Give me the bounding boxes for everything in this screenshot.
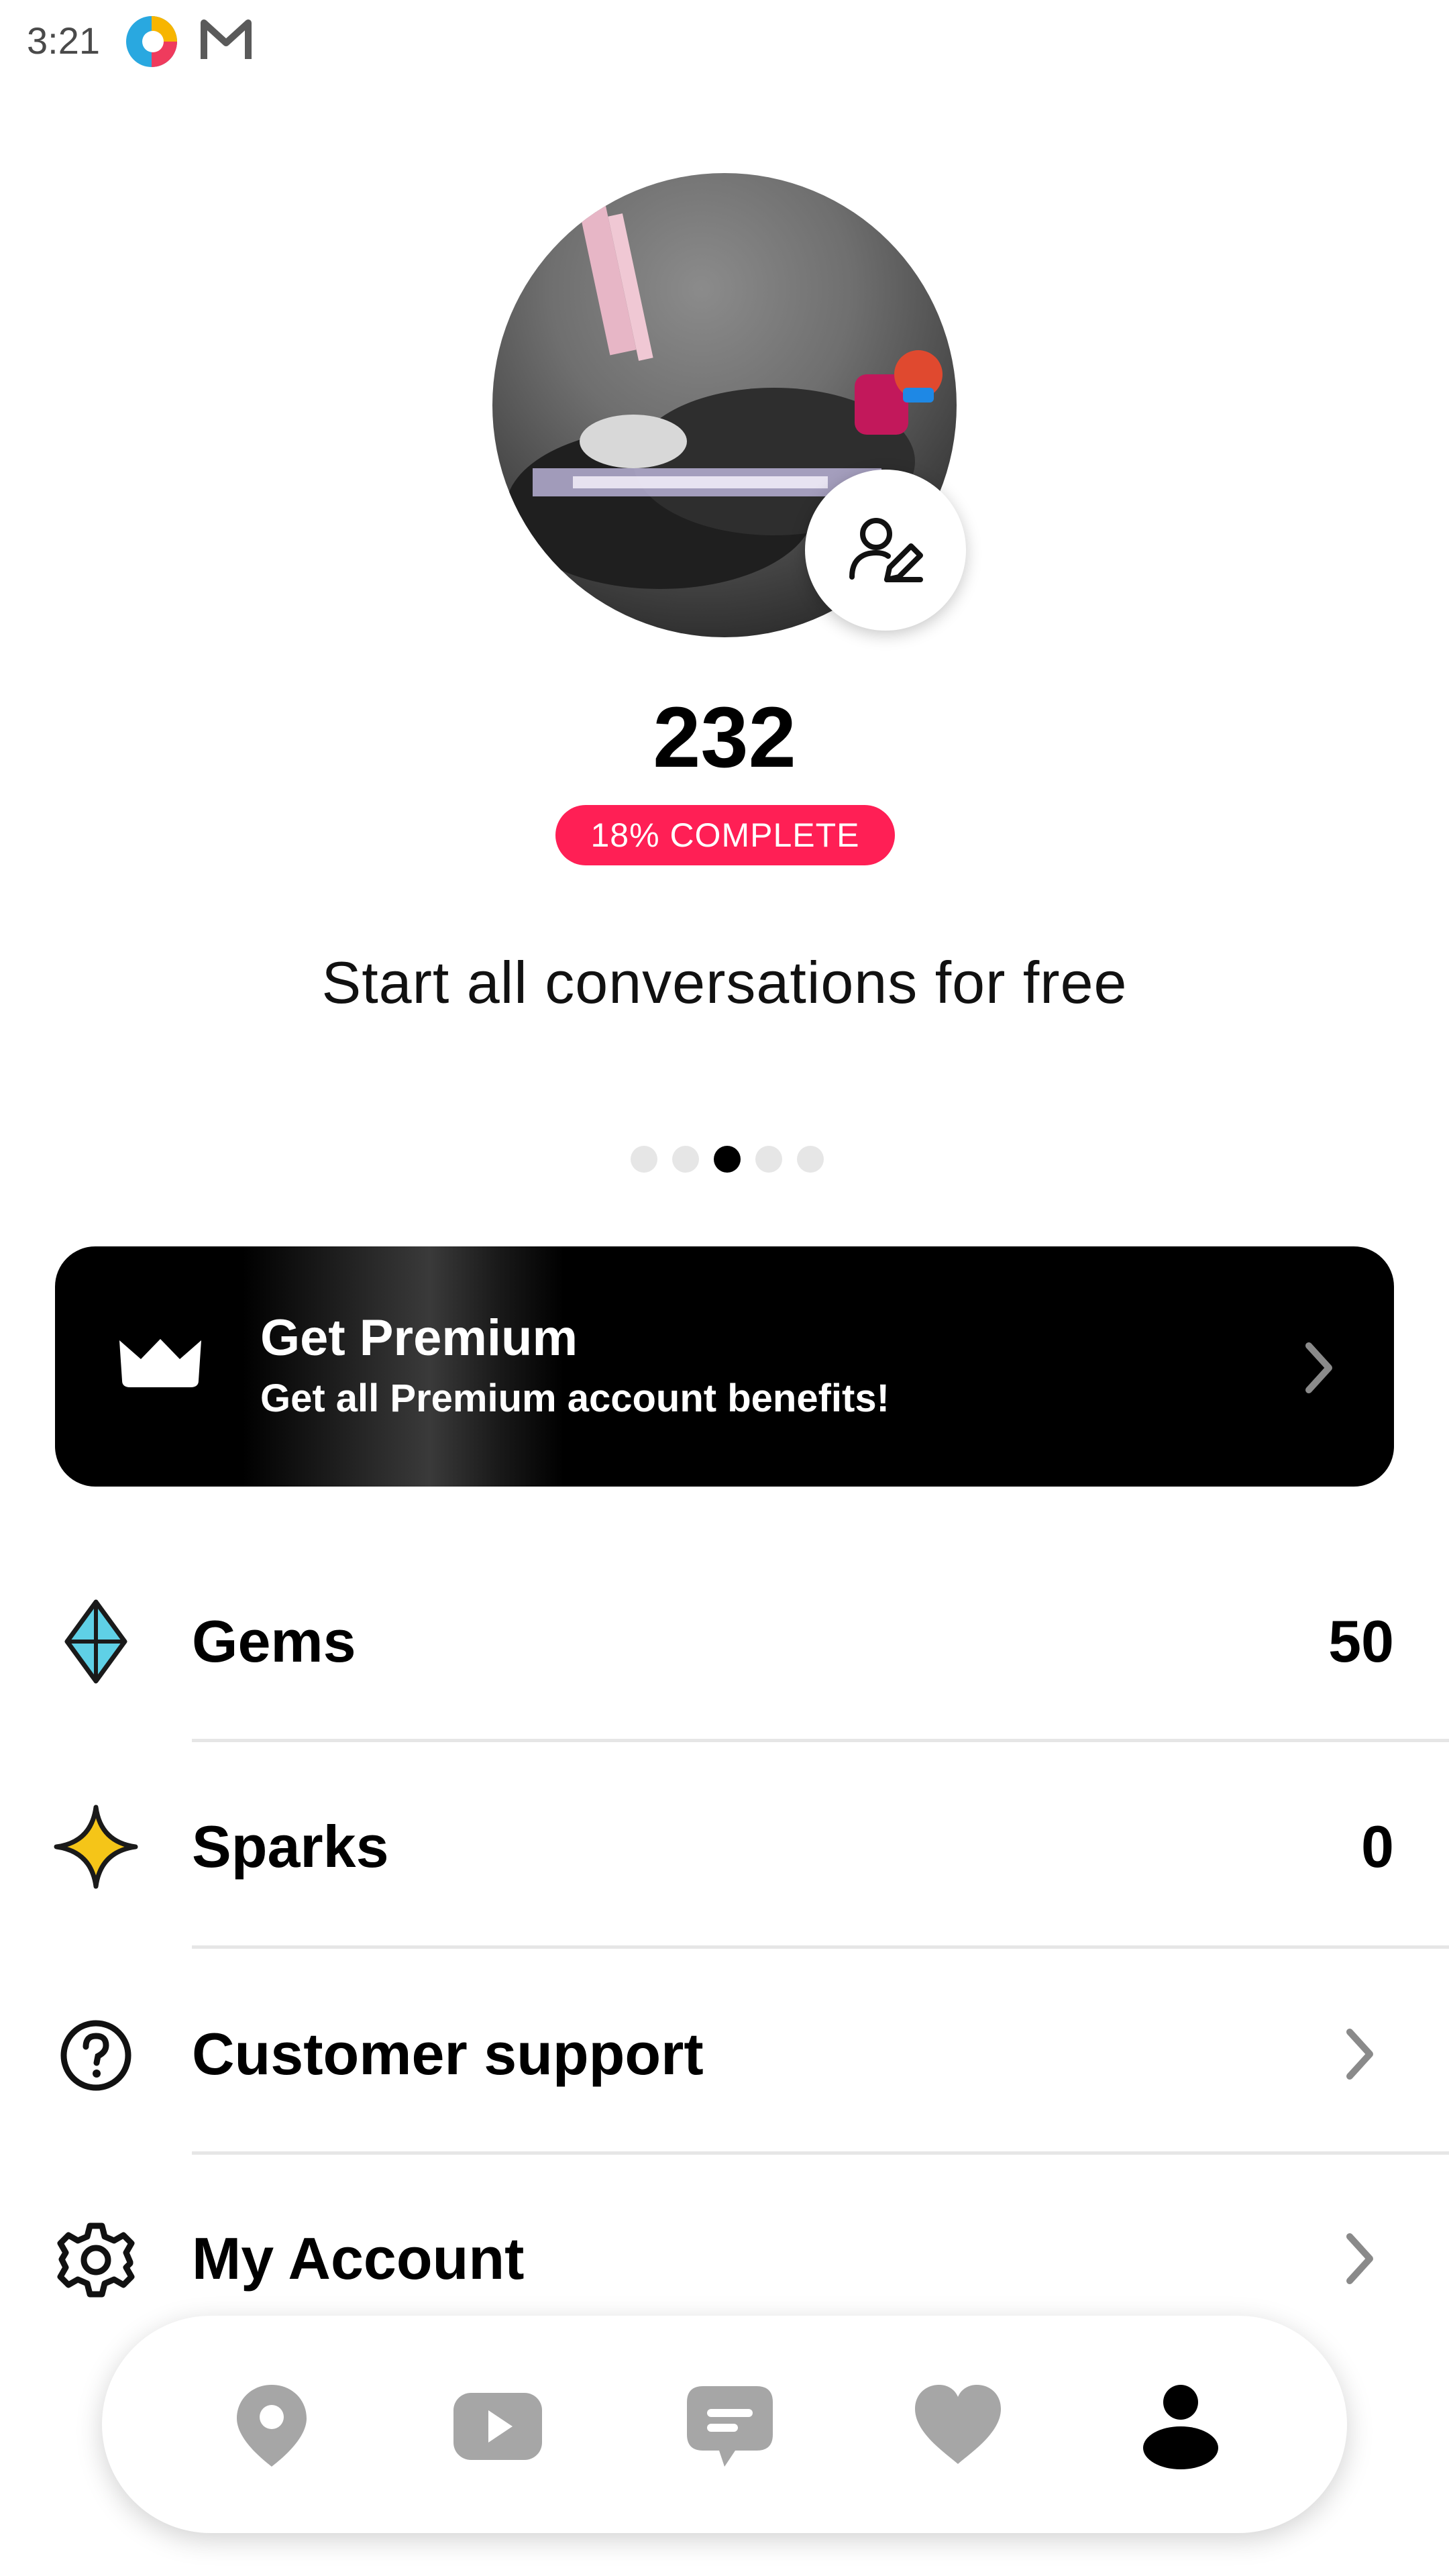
promo-text: Start all conversations for free xyxy=(321,949,1128,1016)
carousel-dot[interactable] xyxy=(797,1146,824,1173)
get-premium-banner[interactable]: Get Premium Get all Premium account bene… xyxy=(55,1246,1394,1487)
chevron-right-icon xyxy=(1340,2229,1381,2292)
divider xyxy=(192,1739,1449,1742)
nav-tab-profile[interactable] xyxy=(1134,2378,1228,2472)
profile-age: 232 xyxy=(653,690,796,786)
browser-app-icon xyxy=(125,15,178,68)
premium-title: Get Premium xyxy=(260,1309,578,1366)
nav-tab-messages[interactable] xyxy=(683,2378,777,2472)
menu-row-gems[interactable]: Gems 50 xyxy=(0,1570,1449,1717)
menu-row-customer-support[interactable]: Customer support xyxy=(0,1982,1449,2130)
mail-app-icon xyxy=(200,17,252,64)
crown-icon xyxy=(117,1336,204,1393)
carousel-indicator xyxy=(624,1146,825,1175)
gear-icon xyxy=(52,2216,140,2307)
divider xyxy=(192,2151,1449,2155)
menu-label-customer-support: Customer support xyxy=(192,2021,704,2087)
gems-count: 50 xyxy=(1328,1608,1394,1674)
location-pin-icon xyxy=(237,2385,307,2467)
nav-tab-videos[interactable] xyxy=(451,2378,545,2472)
menu-row-my-account[interactable]: My Account xyxy=(0,2188,1449,2322)
premium-subtitle: Get all Premium account benefits! xyxy=(260,1377,890,1420)
chat-icon xyxy=(687,2386,773,2467)
chevron-right-icon xyxy=(1299,1338,1340,1401)
sparks-count: 0 xyxy=(1361,1813,1394,1880)
person-icon xyxy=(1143,2385,1218,2469)
menu-label-gems: Gems xyxy=(192,1608,356,1674)
chevron-right-icon xyxy=(1340,2024,1381,2088)
nav-tab-location[interactable] xyxy=(225,2378,319,2472)
status-time: 3:21 xyxy=(27,19,100,62)
diamond-icon xyxy=(52,1598,140,1688)
edit-profile-icon xyxy=(849,518,923,582)
carousel-dot[interactable] xyxy=(714,1146,741,1173)
menu-label-my-account: My Account xyxy=(192,2225,525,2292)
heart-icon xyxy=(915,2385,1001,2464)
carousel-dot[interactable] xyxy=(755,1146,782,1173)
menu-row-sparks[interactable]: Sparks 0 xyxy=(0,1778,1449,1925)
menu-label-sparks: Sparks xyxy=(192,1813,389,1880)
status-bar: 3:21 xyxy=(0,0,1449,80)
profile-completion-badge[interactable]: 18% COMPLETE xyxy=(555,805,895,865)
divider xyxy=(192,1945,1449,1949)
carousel-dot[interactable] xyxy=(672,1146,699,1173)
help-icon xyxy=(52,2012,140,2102)
nav-tab-likes[interactable] xyxy=(911,2378,1005,2472)
sparkle-icon xyxy=(52,1803,140,1894)
carousel-dot[interactable] xyxy=(631,1146,657,1173)
edit-profile-button[interactable] xyxy=(805,470,966,631)
play-icon xyxy=(453,2393,542,2460)
